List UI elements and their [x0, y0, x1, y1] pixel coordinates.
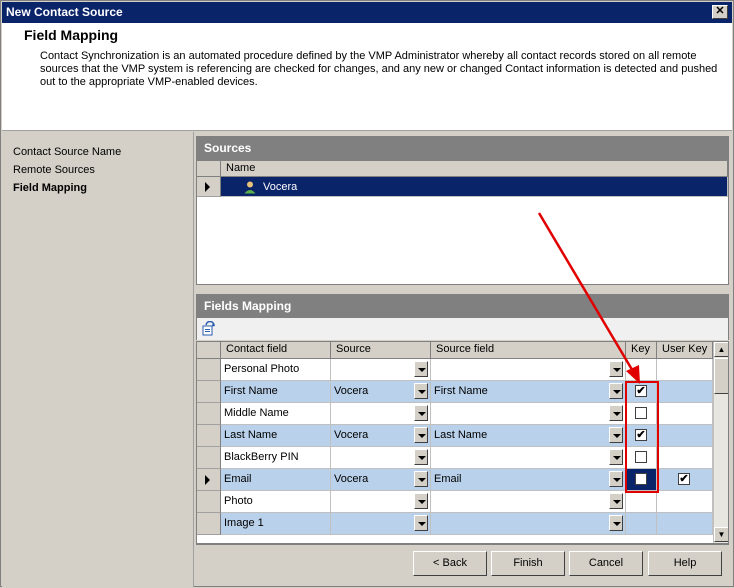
- back-button[interactable]: < Back: [413, 551, 487, 576]
- cancel-button[interactable]: Cancel: [569, 551, 643, 576]
- help-button[interactable]: Help: [648, 551, 722, 576]
- annotation-arrow: [537, 212, 640, 384]
- footer-divider: [196, 544, 729, 545]
- dialog-window: New Contact Source ✕ Field Mapping Conta…: [0, 0, 734, 587]
- finish-button[interactable]: Finish: [491, 551, 565, 576]
